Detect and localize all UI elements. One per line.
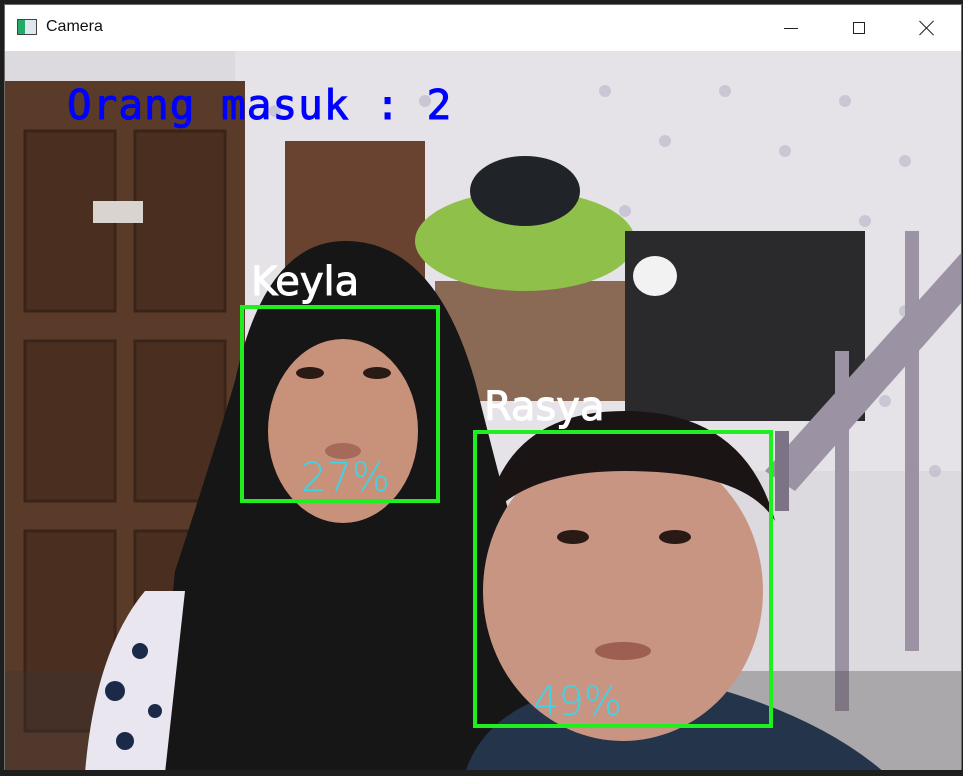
minimize-icon [784,27,798,29]
title-bar[interactable]: Camera [5,5,961,51]
face-detection-box [473,430,773,728]
close-icon [919,20,935,36]
face-confidence: 49% [533,679,622,725]
maximize-button[interactable] [825,5,893,51]
maximize-icon [853,22,865,34]
camera-app-icon [17,19,37,35]
minimize-button[interactable] [757,5,825,51]
face-confidence: 27% [301,455,390,501]
window-title: Camera [46,18,103,35]
face-label-name: Rasya [483,384,605,431]
face-label-name: Keyla [250,259,360,306]
people-count-label: Orang masuk : 2 [66,81,453,130]
camera-feed: Orang masuk : 2 Keyla 27% Rasya 49% [5,51,961,771]
background-strip [0,770,963,776]
camera-window: Camera Orang masuk: 2 Keyla 27% Rasya 4… [4,4,962,772]
close-button[interactable] [893,5,961,51]
